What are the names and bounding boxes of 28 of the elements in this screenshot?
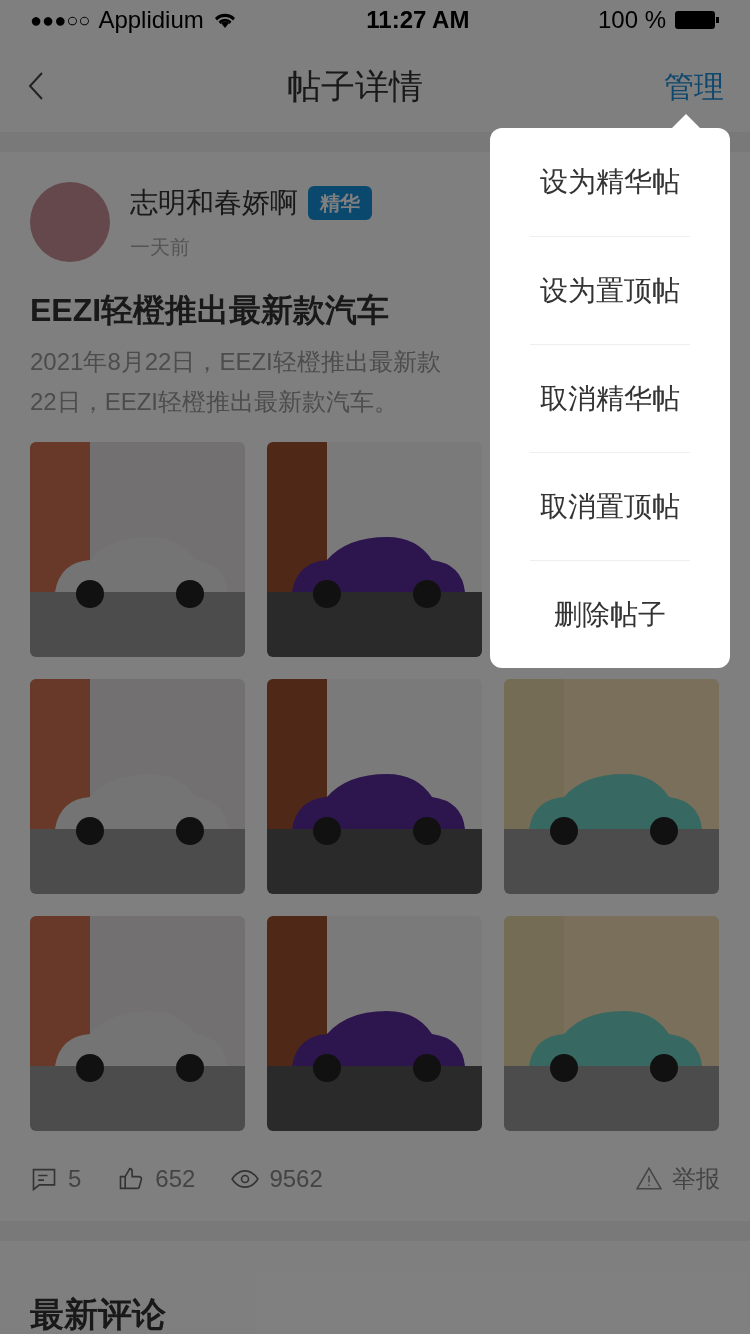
menu-item[interactable]: 设为置顶帖 xyxy=(530,236,690,344)
car-photo[interactable] xyxy=(267,679,482,894)
battery-icon xyxy=(674,10,720,30)
stat-count: 652 xyxy=(155,1164,196,1194)
section-title: 最新评论 xyxy=(30,1295,166,1333)
stat-count: 9562 xyxy=(269,1164,323,1194)
warning-icon xyxy=(636,1166,662,1192)
car-photo[interactable] xyxy=(504,916,719,1131)
page-title: 帖子详情 xyxy=(287,65,423,107)
post-title: EEZI轻橙推出最新款汽车 xyxy=(30,291,390,330)
car-photo[interactable] xyxy=(30,916,245,1131)
car-photo[interactable] xyxy=(30,442,245,657)
signal-strength: ●●●○○ xyxy=(30,8,91,33)
battery-percent: 100 % xyxy=(597,5,666,35)
author-name: 志明和春娇啊 xyxy=(130,186,298,220)
car-photo[interactable] xyxy=(504,679,719,894)
carrier-name: Applidium xyxy=(98,5,204,35)
menu-item[interactable]: 删除帖子 xyxy=(530,560,690,668)
car-photo[interactable] xyxy=(267,916,482,1131)
menu-item[interactable]: 取消精华帖 xyxy=(530,344,690,452)
menu-item[interactable]: 取消置顶帖 xyxy=(530,452,690,560)
stat-count: 5 xyxy=(68,1164,82,1194)
car-photo[interactable] xyxy=(267,442,482,657)
clock-time: 11:27 AM xyxy=(366,5,470,35)
menu-item[interactable]: 设为精华帖 xyxy=(530,128,690,236)
car-photo[interactable] xyxy=(30,679,245,894)
back-icon[interactable] xyxy=(26,71,46,101)
featured-badge: 精华 xyxy=(308,186,372,220)
